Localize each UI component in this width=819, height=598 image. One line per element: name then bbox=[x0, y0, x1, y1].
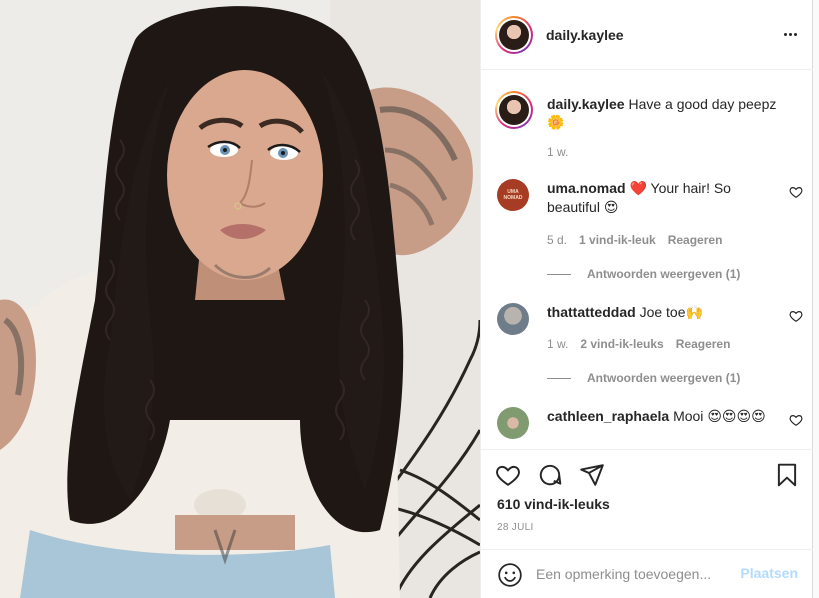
comment-like-heart-icon[interactable] bbox=[789, 185, 803, 199]
author-avatar[interactable] bbox=[495, 15, 533, 54]
comment-heart-emoji: ❤️ bbox=[629, 181, 647, 197]
view-replies-button[interactable]: Antwoorden weergeven (1) bbox=[547, 371, 740, 385]
comment-username[interactable]: cathleen_raphaela bbox=[547, 408, 669, 424]
comment-like-heart-icon[interactable] bbox=[789, 309, 803, 323]
view-replies-button[interactable]: Antwoorden weergeven (1) bbox=[547, 267, 740, 281]
comment-like-heart-icon[interactable] bbox=[789, 413, 803, 427]
caption-time: 1 w. bbox=[547, 145, 569, 159]
bookmark-icon[interactable] bbox=[774, 462, 800, 488]
comment-meta: 5 d. 1 vind-ik-leuk Reageren bbox=[547, 233, 722, 247]
comment-likes[interactable]: 1 vind-ik-leuk bbox=[579, 233, 656, 247]
view-replies-label: Antwoorden weergeven (1) bbox=[587, 267, 741, 281]
post-comment-button[interactable]: Plaatsen bbox=[740, 565, 798, 581]
comment-time: 5 d. bbox=[547, 233, 568, 247]
comment-avatar[interactable] bbox=[497, 407, 529, 439]
comment-meta: 1 w. 2 vind-ik-leuks Reageren bbox=[547, 337, 730, 351]
add-comment-bar: Plaatsen bbox=[481, 549, 814, 598]
comment-input[interactable] bbox=[536, 562, 726, 586]
comment-text: Mooi bbox=[673, 408, 704, 424]
comment-emoji: 😍 bbox=[603, 200, 619, 216]
page-edge bbox=[813, 0, 819, 598]
reply-button[interactable]: Reageren bbox=[668, 233, 723, 247]
caption-avatar[interactable] bbox=[495, 91, 533, 129]
post-photo[interactable] bbox=[0, 0, 480, 598]
replies-divider bbox=[547, 273, 571, 275]
comment-likes[interactable]: 2 vind-ik-leuks bbox=[580, 337, 663, 351]
replies-divider bbox=[547, 377, 571, 379]
post-actions: 610 vind-ik-leuks 28 JULI bbox=[481, 449, 814, 549]
comment-text: Joe toe bbox=[639, 304, 686, 320]
heart-icon[interactable] bbox=[495, 462, 521, 488]
post-header: daily.kaylee bbox=[481, 0, 814, 70]
share-icon[interactable] bbox=[579, 462, 605, 488]
comment-avatar[interactable]: UMA NOMAD bbox=[497, 179, 529, 211]
smiley-icon[interactable] bbox=[497, 562, 523, 588]
more-horizontal-icon[interactable] bbox=[780, 26, 800, 42]
avatar-logo-text: UMA NOMAD bbox=[503, 189, 523, 201]
view-replies-label: Antwoorden weergeven (1) bbox=[587, 371, 741, 385]
comment-username[interactable]: thattatteddad bbox=[547, 304, 636, 320]
comment-icon[interactable] bbox=[537, 462, 563, 488]
caption-username[interactable]: daily.kaylee bbox=[547, 96, 625, 112]
caption-emoji: 🌼 bbox=[547, 115, 565, 131]
comment-emoji: 🙌 bbox=[685, 305, 703, 321]
comments-list[interactable]: daily.kaylee Have a good day peepz 🌼 1 w… bbox=[481, 71, 814, 449]
comment-emoji: 😍😍😍😍 bbox=[707, 409, 766, 425]
author-username[interactable]: daily.kaylee bbox=[546, 27, 624, 43]
caption-text: Have a good day peepz bbox=[628, 96, 777, 112]
post-date[interactable]: 28 JULI bbox=[497, 522, 534, 533]
post-photo-illustration bbox=[0, 0, 480, 598]
comment-username[interactable]: uma.nomad bbox=[547, 180, 626, 196]
comment-avatar[interactable] bbox=[497, 303, 529, 335]
comment-time: 1 w. bbox=[547, 337, 569, 351]
reply-button[interactable]: Reageren bbox=[676, 337, 731, 351]
post-side-panel: daily.kaylee daily.kaylee Have a good da… bbox=[480, 0, 814, 598]
likes-count[interactable]: 610 vind-ik-leuks bbox=[497, 496, 610, 512]
